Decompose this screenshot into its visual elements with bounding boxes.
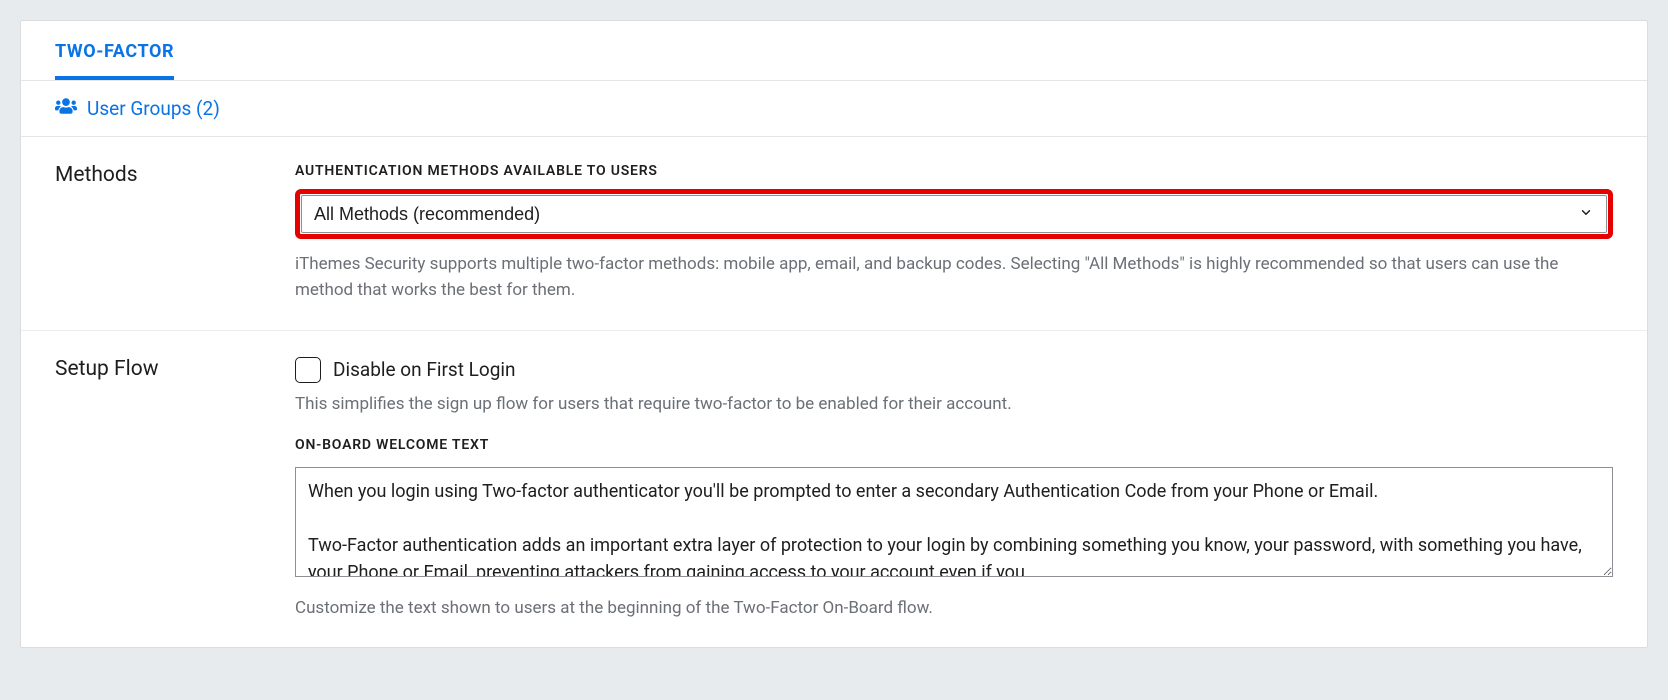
user-groups-label: User Groups (2) xyxy=(87,97,220,120)
section-setup-flow: Setup Flow Disable on First Login This s… xyxy=(21,331,1647,648)
disable-first-login-checkbox[interactable] xyxy=(295,357,321,383)
welcome-text-textarea[interactable] xyxy=(295,467,1613,577)
welcome-text-label: ON-BOARD WELCOME TEXT xyxy=(295,437,1613,453)
users-icon xyxy=(55,95,77,122)
auth-methods-helper: iThemes Security supports multiple two-f… xyxy=(295,251,1613,304)
disable-first-login-helper: This simplifies the sign up flow for use… xyxy=(295,391,1613,417)
settings-panel: TWO-FACTOR User Groups (2) Methods AUTHE… xyxy=(20,20,1648,648)
section-methods: Methods AUTHENTICATION METHODS AVAILABLE… xyxy=(21,137,1647,331)
disable-first-login-label: Disable on First Login xyxy=(333,358,516,381)
user-groups-link[interactable]: User Groups (2) xyxy=(21,81,1647,137)
auth-methods-select[interactable]: All Methods (recommended) xyxy=(301,195,1607,233)
tab-two-factor[interactable]: TWO-FACTOR xyxy=(55,21,174,80)
tab-bar: TWO-FACTOR xyxy=(21,21,1647,81)
auth-methods-label: AUTHENTICATION METHODS AVAILABLE TO USER… xyxy=(295,163,1613,179)
auth-methods-highlight: All Methods (recommended) xyxy=(295,189,1613,239)
section-methods-title: Methods xyxy=(55,163,275,304)
section-setup-flow-title: Setup Flow xyxy=(55,357,275,622)
welcome-text-helper: Customize the text shown to users at the… xyxy=(295,595,1613,621)
